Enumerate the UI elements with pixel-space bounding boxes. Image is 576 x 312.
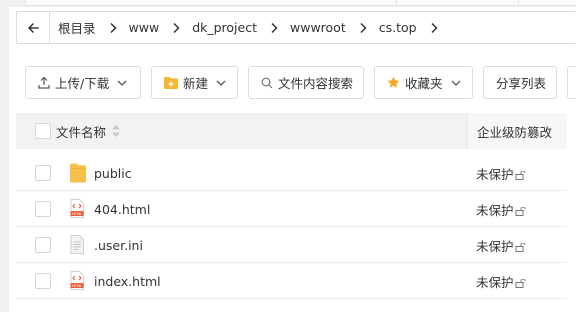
more-toolbar-button[interactable] (567, 66, 576, 99)
chevron-right-icon (172, 22, 180, 34)
protection-status: 未保护 (476, 191, 526, 227)
column-header-name-label: 文件名称 (56, 124, 107, 140)
protection-status-label: 未保护 (476, 166, 514, 182)
unlock-icon[interactable] (515, 242, 526, 252)
breadcrumb-item-www[interactable]: www (129, 20, 160, 35)
unlock-icon[interactable] (515, 170, 526, 180)
favorites-label: 收藏夹 (405, 76, 443, 91)
protection-status: 未保护 (476, 263, 526, 299)
chevron-right-icon (430, 22, 438, 34)
chevron-right-icon (359, 22, 367, 34)
protection-status-label: 未保护 (476, 238, 514, 254)
row-checkbox[interactable] (35, 165, 51, 181)
new-folder-icon (164, 76, 178, 89)
breadcrumb-item-dk-project[interactable]: dk_project (192, 20, 257, 35)
path-bar: 根目录 www dk_project wwwroot cs.top (16, 11, 576, 44)
breadcrumb-item-wwwroot[interactable]: wwwroot (290, 20, 346, 35)
table-row[interactable]: public 未保护 (16, 155, 567, 191)
back-button[interactable] (17, 12, 50, 43)
new-button[interactable]: 新建 (151, 66, 238, 99)
folder-icon (70, 163, 86, 183)
file-name[interactable]: index.html (94, 263, 161, 299)
column-header-protection[interactable]: 企业级防篡改 (467, 113, 567, 149)
share-list-label: 分享列表 (496, 76, 547, 91)
select-all-checkbox[interactable] (35, 123, 51, 139)
breadcrumb-item-root[interactable]: 根目录 (58, 18, 96, 37)
file-content-search-button[interactable]: 文件内容搜索 (248, 66, 364, 99)
upload-download-label: 上传/下载 (55, 76, 110, 91)
file-name[interactable]: .user.ini (94, 227, 143, 263)
protection-status: 未保护 (476, 155, 526, 191)
table-row[interactable]: HTML index.html 未保护 (16, 263, 567, 299)
row-checkbox[interactable] (35, 237, 51, 253)
protection-status: 未保护 (476, 227, 526, 263)
table-row[interactable]: HTML 404.html 未保护 (16, 191, 567, 227)
file-content-search-label: 文件内容搜索 (278, 76, 354, 91)
upload-download-button[interactable]: 上传/下载 (25, 66, 141, 99)
column-header-protection-label: 企业级防篡改 (477, 124, 553, 140)
protection-status-label: 未保护 (476, 202, 514, 218)
new-label: 新建 (183, 76, 209, 91)
html-badge-text: HTML (72, 212, 82, 216)
sort-icon (112, 125, 121, 137)
chevron-right-icon (109, 22, 117, 34)
html-file-icon: HTML (70, 199, 84, 218)
star-icon (387, 76, 400, 89)
column-header-name[interactable]: 文件名称 (56, 113, 121, 149)
file-name[interactable]: 404.html (94, 191, 150, 227)
row-checkbox[interactable] (35, 273, 51, 289)
upload-icon (38, 76, 50, 89)
top-tab-strip (25, 0, 576, 6)
favorites-button[interactable]: 收藏夹 (374, 66, 473, 99)
chevron-down-icon (216, 80, 226, 86)
protection-status-label: 未保护 (476, 274, 514, 290)
breadcrumb: 根目录 www dk_project wwwroot cs.top (58, 12, 450, 43)
chevron-down-icon (451, 80, 461, 86)
arrow-left-icon (28, 22, 39, 33)
unlock-icon[interactable] (515, 278, 526, 288)
search-icon (261, 77, 273, 89)
chevron-right-icon (270, 22, 278, 34)
html-file-icon: HTML (70, 271, 84, 290)
html-badge-text: HTML (72, 284, 82, 288)
unlock-icon[interactable] (515, 206, 526, 216)
row-checkbox[interactable] (35, 201, 51, 217)
table-row[interactable]: .user.ini 未保护 (16, 227, 567, 263)
text-file-icon (70, 235, 84, 254)
chevron-down-icon (117, 80, 127, 86)
file-name[interactable]: public (94, 155, 132, 191)
breadcrumb-item-cs-top[interactable]: cs.top (379, 20, 417, 35)
share-list-button[interactable]: 分享列表 (483, 66, 557, 99)
file-table-header: 文件名称 企业级防篡改 (16, 113, 567, 149)
